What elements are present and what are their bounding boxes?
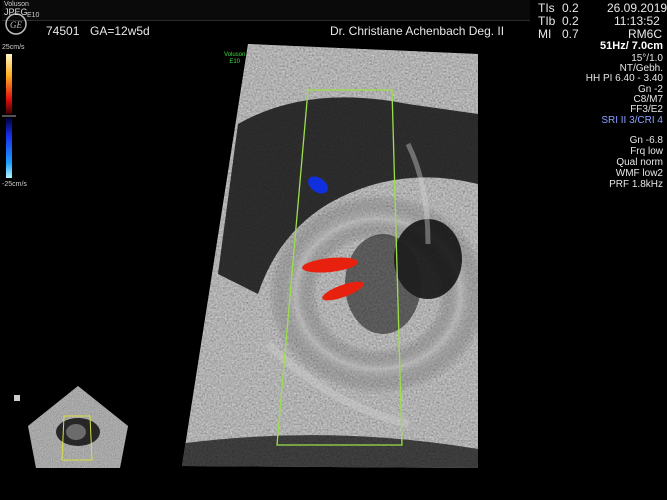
color-prf: PRF 1.8kHz	[609, 179, 663, 190]
svg-text:GE: GE	[10, 20, 22, 30]
param-pi: HH PI 6.40 - 3.40	[585, 73, 663, 84]
color-gain: Gn -6.8	[629, 135, 663, 146]
frame-rate-depth: 51Hz/ 7.0cm	[600, 40, 663, 52]
colorbar-top-label: 25cm/s	[2, 44, 25, 51]
reference-thumbnail[interactable]	[28, 386, 128, 468]
logo-format: JPEG	[4, 7, 28, 17]
patient-id: 74501	[46, 24, 80, 38]
operator-name: Dr. Christiane Achenbach Deg. II	[330, 24, 505, 38]
parameter-panel: 51Hz/ 7.0cm 15°/1.0 NT/Gebh. HH PI 6.40 …	[540, 0, 667, 200]
thumbnail-marker-icon	[14, 390, 24, 401]
param-ff: FF3/E2	[630, 104, 663, 115]
overlay-brand: Voluson E10	[224, 52, 245, 66]
colorbar-bottom-label: -25cm/s	[2, 181, 27, 188]
color-velocity-scale	[2, 52, 16, 180]
color-freq: Frq low	[630, 146, 663, 157]
sri-setting: SRI II 3/CRI 4	[601, 115, 663, 126]
color-quality: Qual norm	[616, 157, 663, 168]
overlay-model-text: E10	[229, 59, 241, 65]
gestational-age: GA=12w5d	[90, 24, 150, 38]
overlay-brand-text: Voluson	[224, 52, 246, 58]
ultrasound-image	[178, 44, 478, 472]
header-bar	[2, 0, 530, 21]
color-wmf: WMF low2	[615, 168, 663, 179]
logo-model: E10	[27, 12, 40, 19]
